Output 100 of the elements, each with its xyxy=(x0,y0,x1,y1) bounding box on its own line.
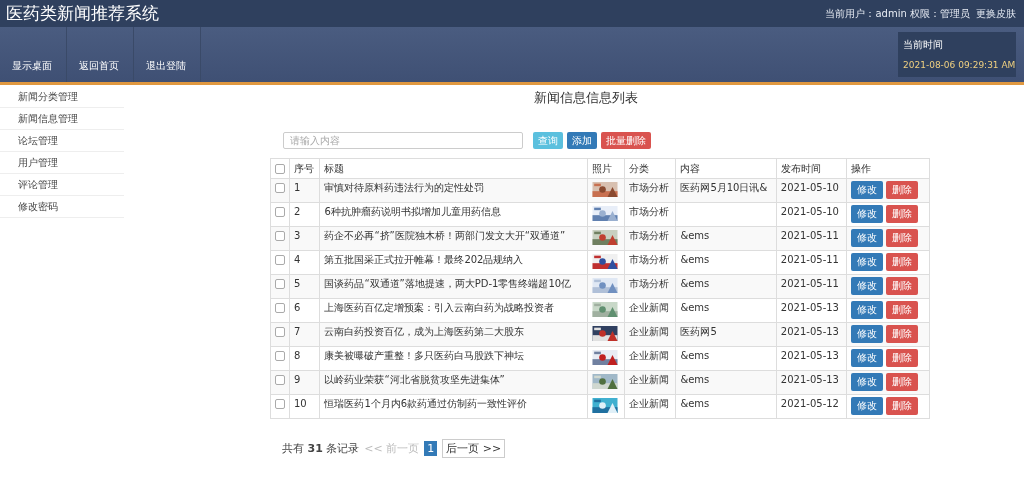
table-cell: 市场分析 xyxy=(629,182,670,193)
nav-link[interactable]: 显示桌面 xyxy=(0,27,67,82)
table-cell: 上海医药百亿定增预案：引入云南白药为战略投资者 xyxy=(324,302,555,313)
table-cell: &ems xyxy=(680,350,710,361)
edit-button[interactable]: 修改 xyxy=(851,301,884,319)
table-cell: 10 xyxy=(294,398,307,409)
edit-button[interactable]: 修改 xyxy=(851,205,884,223)
edit-button[interactable]: 修改 xyxy=(851,397,884,415)
search-field[interactable]: 请输入内容 xyxy=(283,132,523,149)
table-cell: 1 xyxy=(294,182,301,193)
table-cell: 药企不必再“挤”医院独木桥！两部门发文大开“双通道” xyxy=(324,230,566,241)
delete-button[interactable]: 删除 xyxy=(886,325,919,343)
edit-button[interactable]: 修改 xyxy=(851,277,884,295)
checkbox[interactable] xyxy=(275,183,285,193)
sidebar-item[interactable]: 用户管理 xyxy=(0,152,124,174)
checkbox[interactable] xyxy=(275,303,285,313)
table-cell: 2021-05-12 xyxy=(780,398,839,409)
edit-button[interactable]: 修改 xyxy=(851,229,884,247)
table-cell: 企业新闻 xyxy=(629,374,670,385)
delete-button[interactable]: 删除 xyxy=(886,301,919,319)
column-header: 照片 xyxy=(592,162,613,174)
nav-link[interactable]: 退出登陆 xyxy=(134,27,201,82)
table-cell: 2021-05-13 xyxy=(780,302,839,313)
page-number[interactable]: 1 xyxy=(424,441,438,456)
table-cell: 医药网5月10日讯& xyxy=(680,182,768,193)
column-header: 内容 xyxy=(680,162,701,174)
column-header: 分类 xyxy=(629,162,650,174)
sidebar-item[interactable]: 评论管理 xyxy=(0,174,124,196)
edit-button[interactable]: 修改 xyxy=(851,349,884,367)
table-cell: &ems xyxy=(680,254,710,265)
clock-label: 当前时间 xyxy=(903,38,944,52)
column-header: 操作 xyxy=(851,162,872,174)
table-cell: 5 xyxy=(294,278,301,289)
table-cell: 7 xyxy=(294,326,301,337)
checkbox[interactable] xyxy=(275,399,285,409)
edit-button[interactable]: 修改 xyxy=(851,325,884,343)
user-info: 当前用户：admin 权限：管理员 xyxy=(825,6,970,21)
table-cell: 2021-05-13 xyxy=(780,374,839,385)
checkbox[interactable] xyxy=(275,351,285,361)
page-title: 新闻信息信息列表 xyxy=(534,89,639,107)
table-cell: 恒瑞医药1个月内6款药通过仿制药一致性评价 xyxy=(324,398,528,409)
delete-button[interactable]: 删除 xyxy=(886,229,919,247)
table-cell: 2 xyxy=(294,206,301,217)
checkbox[interactable] xyxy=(275,231,285,241)
table-cell: 2021-05-13 xyxy=(780,350,839,361)
table-cell: 市场分析 xyxy=(629,230,670,241)
column-header: 标题 xyxy=(324,162,345,174)
table-cell: 医药网5 xyxy=(680,326,717,337)
table-cell: &ems xyxy=(680,302,710,313)
edit-button[interactable]: 修改 xyxy=(851,253,884,271)
sidebar-item[interactable]: 修改密码 xyxy=(0,196,124,218)
delete-button[interactable]: 删除 xyxy=(886,397,919,415)
table-cell: 2021-05-10 xyxy=(780,182,839,193)
table-cell: 3 xyxy=(294,230,301,241)
table-cell: 企业新闻 xyxy=(629,350,670,361)
table-cell: &ems xyxy=(680,374,710,385)
delete-button[interactable]: 删除 xyxy=(886,181,919,199)
table-cell: 企业新闻 xyxy=(629,302,670,313)
app-title: 医药类新闻推荐系统 xyxy=(6,2,159,25)
checkbox[interactable] xyxy=(275,255,285,265)
table-cell: 市场分析 xyxy=(629,206,670,217)
edit-button[interactable]: 修改 xyxy=(851,181,884,199)
toolbar-button[interactable]: 添加 xyxy=(567,132,597,149)
nav-link[interactable]: 返回首页 xyxy=(67,27,134,82)
table-cell: 2021-05-11 xyxy=(780,254,839,265)
table-cell: 6 xyxy=(294,302,301,313)
delete-button[interactable]: 删除 xyxy=(886,205,919,223)
table-cell: 企业新闻 xyxy=(629,398,670,409)
record-count: 共有 31 条记录 xyxy=(282,441,360,456)
table-cell: 市场分析 xyxy=(629,254,670,265)
delete-button[interactable]: 删除 xyxy=(886,253,919,271)
edit-button[interactable]: 修改 xyxy=(851,373,884,391)
checkbox[interactable] xyxy=(275,375,285,385)
change-skin-link[interactable]: 更换皮肤 xyxy=(976,6,1016,21)
table-cell: 审慎对待原料药违法行为的定性处罚 xyxy=(324,182,485,193)
sidebar-item[interactable]: 论坛管理 xyxy=(0,130,124,152)
table-cell: 2021-05-10 xyxy=(780,206,839,217)
table-cell: 云南白药投资百亿，成为上海医药第二大股东 xyxy=(324,326,525,337)
checkbox[interactable] xyxy=(275,327,285,337)
sidebar-item[interactable]: 新闻分类管理 xyxy=(0,86,124,108)
toolbar-button[interactable]: 批量删除 xyxy=(601,132,651,149)
checkbox[interactable] xyxy=(275,279,285,289)
next-page-link[interactable]: 后一页 >> xyxy=(442,439,506,458)
table-cell: 2021-05-11 xyxy=(780,230,839,241)
checkbox[interactable] xyxy=(275,207,285,217)
checkbox[interactable] xyxy=(275,164,285,175)
table-cell: 2021-05-11 xyxy=(780,278,839,289)
table-cell: 4 xyxy=(294,254,301,265)
table-cell: 8 xyxy=(294,350,301,361)
table-cell: 市场分析 xyxy=(629,278,670,289)
table-cell: 康美被曝破产重整！多只医药白马股跌下神坛 xyxy=(324,350,525,361)
delete-button[interactable]: 删除 xyxy=(886,277,919,295)
delete-button[interactable]: 删除 xyxy=(886,349,919,367)
delete-button[interactable]: 删除 xyxy=(886,373,919,391)
table-cell: 第五批国采正式拉开帷幕！最终202品规纳入 xyxy=(324,254,524,265)
sidebar-item[interactable]: 新闻信息管理 xyxy=(0,108,124,130)
column-header: 序号 xyxy=(294,162,314,174)
table-cell: 2021-05-13 xyxy=(780,326,839,337)
table-cell: 6种抗肿瘤药说明书拟增加儿童用药信息 xyxy=(324,206,501,217)
table-cell: &ems xyxy=(680,230,710,241)
